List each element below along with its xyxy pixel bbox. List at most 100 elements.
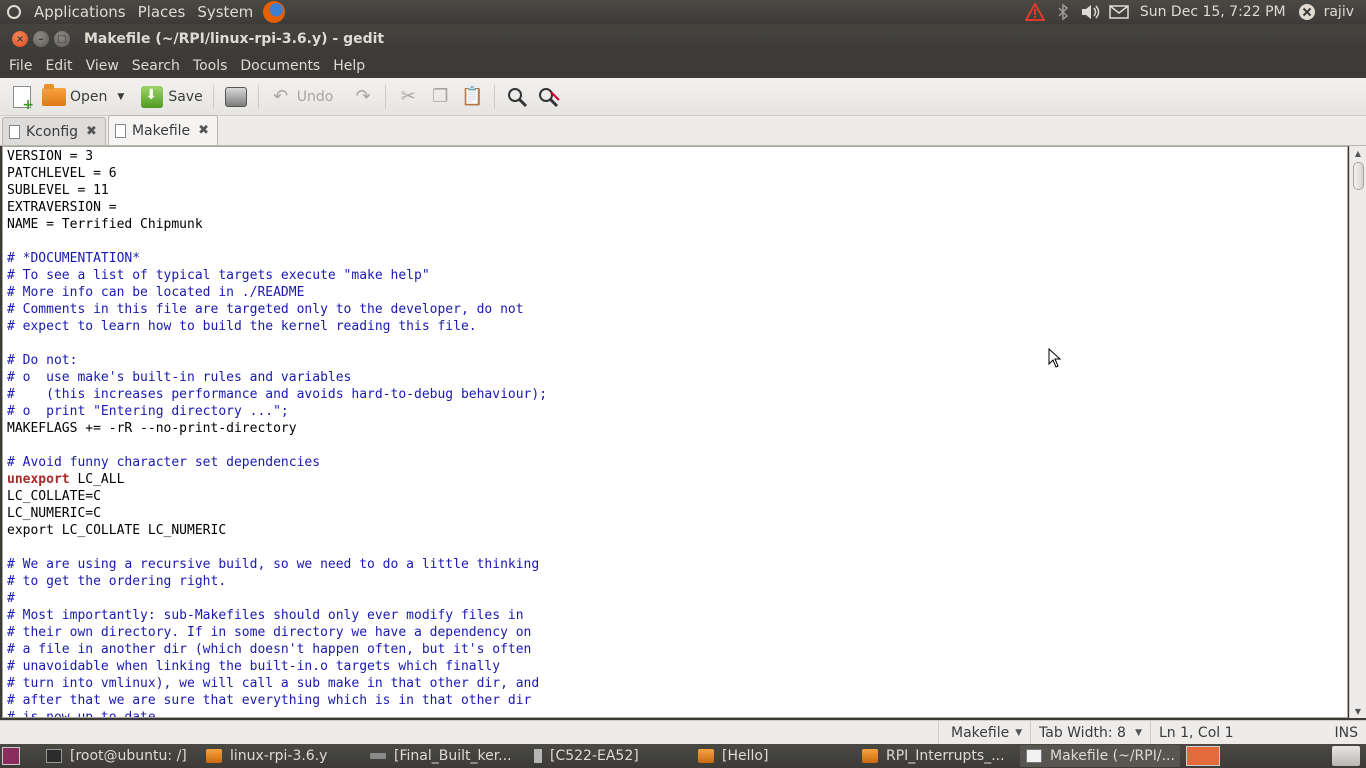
- open-folder-icon: [42, 83, 66, 109]
- code-line: # to get the ordering right.: [7, 574, 227, 589]
- code-line: # o use make's built-in rules and variab…: [7, 370, 352, 385]
- scroll-down-arrow[interactable]: ▼: [1350, 704, 1366, 718]
- session-icon[interactable]: [1296, 2, 1318, 22]
- task-gedit-makefile[interactable]: Makefile (~/RPI/...: [1020, 745, 1180, 767]
- tab-makefile[interactable]: Makefile ✖: [107, 115, 219, 145]
- find-button[interactable]: [501, 81, 533, 113]
- code-line: export LC_COLLATE LC_NUMERIC: [7, 523, 227, 538]
- menubar: File Edit View Search Tools Documents He…: [0, 54, 1366, 78]
- cut-button[interactable]: ✂: [392, 81, 424, 113]
- applications-menu[interactable]: Applications: [28, 3, 132, 21]
- copy-button[interactable]: ❐: [424, 81, 456, 113]
- scroll-up-arrow[interactable]: ▲: [1350, 146, 1366, 160]
- mail-icon[interactable]: [1108, 2, 1130, 22]
- code-view[interactable]: VERSION = 3 PATCHLEVEL = 6 SUBLEVEL = 11 EX…: [3, 147, 1347, 717]
- task-linux-rpi-folder[interactable]: linux-rpi-3.6.y: [200, 745, 364, 767]
- paste-icon: 📋: [461, 86, 484, 107]
- undo-icon: ↶: [273, 86, 289, 107]
- system-menu[interactable]: System: [191, 3, 259, 21]
- workspace-switcher[interactable]: [1186, 746, 1220, 766]
- code-line: # Most importantly: sub-Makefiles should…: [7, 608, 524, 623]
- save-icon: [140, 85, 164, 109]
- task-rpi-interrupts-folder[interactable]: RPI_Interrupts_...: [856, 745, 1020, 767]
- new-document-icon: [10, 85, 34, 113]
- code-line: # after that we are sure that everything…: [7, 693, 532, 708]
- scrollbar-thumb[interactable]: [1353, 162, 1364, 190]
- print-button[interactable]: [220, 81, 252, 113]
- menu-tools[interactable]: Tools: [186, 58, 234, 74]
- code-line: LC_NUMERIC=C: [7, 506, 101, 521]
- mouse-pointer-icon: [1048, 348, 1062, 368]
- task-usb-drive[interactable]: [C522-EA52]: [528, 745, 692, 767]
- tab-width-selector[interactable]: Tab Width: 8 ▼: [1030, 720, 1150, 745]
- menu-view[interactable]: View: [79, 58, 125, 74]
- copy-icon: ❐: [432, 86, 449, 107]
- minimize-window-button[interactable]: –: [33, 31, 49, 47]
- code-line: # We are using a recursive build, so we …: [7, 557, 540, 572]
- toolbar: Open ▼ Save ↶ Undo ↷ ✂ ❐ 📋: [0, 78, 1366, 116]
- code-line: # expect to learn how to build the kerne…: [7, 319, 477, 334]
- document-icon: [9, 124, 20, 139]
- chevron-down-icon: ▼: [1015, 727, 1023, 738]
- code-line: SUBLEVEL = 11: [7, 183, 109, 198]
- close-tab-icon[interactable]: ✖: [86, 124, 97, 139]
- task-final-built-kernel[interactable]: [Final_Built_ker...: [364, 745, 528, 767]
- usb-drive-icon: [534, 749, 542, 763]
- show-desktop-icon[interactable]: [2, 747, 20, 765]
- task-hello-folder[interactable]: [Hello]: [692, 745, 856, 767]
- menu-search[interactable]: Search: [125, 58, 186, 74]
- code-line: # Comments in this file are targeted onl…: [7, 302, 524, 317]
- redo-button[interactable]: ↷: [347, 81, 379, 113]
- window-titlebar[interactable]: × – □ Makefile (~/RPI/linux-rpi-3.6.y) -…: [0, 24, 1366, 54]
- language-selector[interactable]: Makefile ▼: [938, 720, 1030, 745]
- warning-icon[interactable]: [1024, 2, 1046, 22]
- places-menu[interactable]: Places: [132, 3, 192, 21]
- paste-button[interactable]: 📋: [456, 81, 488, 113]
- user-name[interactable]: rajiv: [1324, 4, 1360, 20]
- menu-file[interactable]: File: [2, 58, 38, 74]
- tab-kconfig[interactable]: Kconfig ✖: [2, 117, 106, 145]
- task-label: [Final_Built_ker...: [394, 748, 512, 764]
- open-recent-dropdown[interactable]: ▼: [111, 81, 130, 113]
- panel-menus: Applications Places System: [28, 0, 259, 24]
- code-token: LC_ALL: [69, 472, 125, 487]
- save-button[interactable]: Save: [136, 81, 206, 113]
- bluetooth-icon[interactable]: [1052, 2, 1074, 22]
- trash-icon[interactable]: [1332, 746, 1360, 766]
- text-editor[interactable]: VERSION = 3 PATCHLEVEL = 6 SUBLEVEL = 11 EX…: [2, 146, 1348, 718]
- tab-width-label: Tab Width: 8: [1039, 724, 1126, 741]
- task-label: RPI_Interrupts_...: [886, 748, 1005, 764]
- toolbar-separator: [385, 84, 387, 109]
- code-line: LC_COLLATE=C: [7, 489, 101, 504]
- menu-documents[interactable]: Documents: [233, 58, 326, 74]
- code-line: EXTRAVERSION =: [7, 200, 117, 215]
- document-icon: [114, 123, 126, 138]
- tab-label: Kconfig: [26, 123, 79, 140]
- task-label: [root@ubuntu: /]: [70, 748, 187, 764]
- statusbar: Makefile ▼ Tab Width: 8 ▼ Ln 1, Col 1 IN…: [0, 720, 1366, 745]
- vertical-scrollbar[interactable]: ▲ ▼: [1349, 146, 1366, 718]
- maximize-window-button[interactable]: □: [54, 31, 70, 47]
- document-tabs: Kconfig ✖ Makefile ✖: [0, 115, 1366, 146]
- new-document-button[interactable]: [6, 81, 38, 113]
- toolbar-separator: [494, 84, 496, 109]
- menu-help[interactable]: Help: [326, 58, 371, 74]
- chevron-down-icon: ▼: [117, 91, 125, 102]
- undo-button[interactable]: ↶ Undo: [265, 81, 338, 113]
- task-terminal[interactable]: [root@ubuntu: /]: [40, 745, 200, 767]
- close-tab-icon[interactable]: ✖: [198, 123, 209, 138]
- menu-edit[interactable]: Edit: [38, 58, 78, 74]
- close-window-button[interactable]: ×: [12, 31, 28, 47]
- code-line: # Do not:: [7, 353, 78, 368]
- firefox-icon[interactable]: [263, 1, 286, 23]
- volume-icon[interactable]: [1080, 2, 1102, 22]
- top-panel: Applications Places System Sun Dec 15, 7…: [0, 0, 1366, 24]
- chevron-down-icon: ▼: [1135, 727, 1142, 738]
- code-line: # a file in another dir (which doesn't h…: [7, 642, 532, 657]
- open-button[interactable]: Open: [38, 81, 111, 113]
- clock[interactable]: Sun Dec 15, 7:22 PM: [1136, 4, 1290, 20]
- ubuntu-logo-icon[interactable]: [4, 2, 24, 22]
- find-replace-button[interactable]: [533, 81, 565, 113]
